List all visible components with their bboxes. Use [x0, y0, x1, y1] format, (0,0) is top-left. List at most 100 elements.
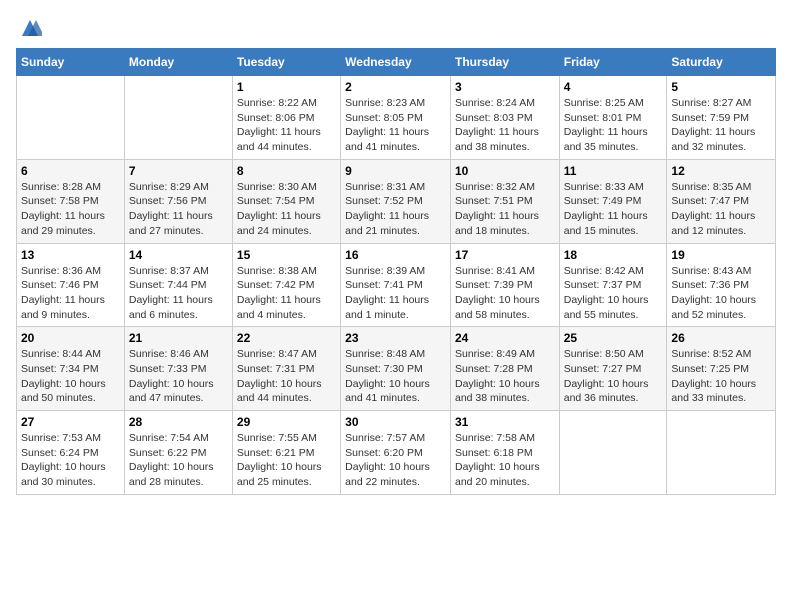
calendar-cell: 6 Sunrise: 8:28 AMSunset: 7:58 PMDayligh… — [17, 159, 125, 243]
day-number: 2 — [345, 80, 446, 94]
day-info: Sunrise: 8:41 AMSunset: 7:39 PMDaylight:… — [455, 264, 555, 323]
calendar-cell: 5 Sunrise: 8:27 AMSunset: 7:59 PMDayligh… — [667, 76, 776, 160]
weekday-header-sunday: Sunday — [17, 49, 125, 76]
calendar-cell: 10 Sunrise: 8:32 AMSunset: 7:51 PMDaylig… — [450, 159, 559, 243]
week-row-3: 13 Sunrise: 8:36 AMSunset: 7:46 PMDaylig… — [17, 243, 776, 327]
calendar-cell: 8 Sunrise: 8:30 AMSunset: 7:54 PMDayligh… — [232, 159, 340, 243]
day-info: Sunrise: 8:33 AMSunset: 7:49 PMDaylight:… — [564, 180, 663, 239]
day-number: 22 — [237, 331, 336, 345]
calendar-cell: 24 Sunrise: 8:49 AMSunset: 7:28 PMDaylig… — [450, 327, 559, 411]
calendar-cell: 31 Sunrise: 7:58 AMSunset: 6:18 PMDaylig… — [450, 411, 559, 495]
day-number: 30 — [345, 415, 446, 429]
day-info: Sunrise: 8:24 AMSunset: 8:03 PMDaylight:… — [455, 96, 555, 155]
day-info: Sunrise: 8:36 AMSunset: 7:46 PMDaylight:… — [21, 264, 120, 323]
calendar-cell: 3 Sunrise: 8:24 AMSunset: 8:03 PMDayligh… — [450, 76, 559, 160]
day-number: 14 — [129, 248, 228, 262]
day-info: Sunrise: 8:29 AMSunset: 7:56 PMDaylight:… — [129, 180, 228, 239]
day-info: Sunrise: 8:38 AMSunset: 7:42 PMDaylight:… — [237, 264, 336, 323]
day-info: Sunrise: 8:25 AMSunset: 8:01 PMDaylight:… — [564, 96, 663, 155]
weekday-header-saturday: Saturday — [667, 49, 776, 76]
day-number: 4 — [564, 80, 663, 94]
calendar-cell: 4 Sunrise: 8:25 AMSunset: 8:01 PMDayligh… — [559, 76, 667, 160]
calendar-cell — [559, 411, 667, 495]
calendar-cell: 7 Sunrise: 8:29 AMSunset: 7:56 PMDayligh… — [124, 159, 232, 243]
day-number: 7 — [129, 164, 228, 178]
day-info: Sunrise: 8:27 AMSunset: 7:59 PMDaylight:… — [671, 96, 771, 155]
day-number: 1 — [237, 80, 336, 94]
weekday-header-thursday: Thursday — [450, 49, 559, 76]
calendar-cell: 25 Sunrise: 8:50 AMSunset: 7:27 PMDaylig… — [559, 327, 667, 411]
day-info: Sunrise: 8:43 AMSunset: 7:36 PMDaylight:… — [671, 264, 771, 323]
day-number: 19 — [671, 248, 771, 262]
calendar-cell: 15 Sunrise: 8:38 AMSunset: 7:42 PMDaylig… — [232, 243, 340, 327]
weekday-header-monday: Monday — [124, 49, 232, 76]
day-number: 26 — [671, 331, 771, 345]
calendar-cell: 9 Sunrise: 8:31 AMSunset: 7:52 PMDayligh… — [341, 159, 451, 243]
day-info: Sunrise: 8:42 AMSunset: 7:37 PMDaylight:… — [564, 264, 663, 323]
day-info: Sunrise: 8:52 AMSunset: 7:25 PMDaylight:… — [671, 347, 771, 406]
day-info: Sunrise: 8:37 AMSunset: 7:44 PMDaylight:… — [129, 264, 228, 323]
weekday-header-tuesday: Tuesday — [232, 49, 340, 76]
calendar-cell: 12 Sunrise: 8:35 AMSunset: 7:47 PMDaylig… — [667, 159, 776, 243]
day-number: 9 — [345, 164, 446, 178]
day-number: 5 — [671, 80, 771, 94]
day-info: Sunrise: 8:39 AMSunset: 7:41 PMDaylight:… — [345, 264, 446, 323]
day-number: 10 — [455, 164, 555, 178]
day-info: Sunrise: 8:49 AMSunset: 7:28 PMDaylight:… — [455, 347, 555, 406]
day-number: 24 — [455, 331, 555, 345]
day-number: 16 — [345, 248, 446, 262]
day-number: 6 — [21, 164, 120, 178]
calendar-cell: 14 Sunrise: 8:37 AMSunset: 7:44 PMDaylig… — [124, 243, 232, 327]
day-info: Sunrise: 7:54 AMSunset: 6:22 PMDaylight:… — [129, 431, 228, 490]
day-number: 12 — [671, 164, 771, 178]
calendar-cell: 17 Sunrise: 8:41 AMSunset: 7:39 PMDaylig… — [450, 243, 559, 327]
day-info: Sunrise: 7:55 AMSunset: 6:21 PMDaylight:… — [237, 431, 336, 490]
calendar-cell: 21 Sunrise: 8:46 AMSunset: 7:33 PMDaylig… — [124, 327, 232, 411]
calendar-cell: 27 Sunrise: 7:53 AMSunset: 6:24 PMDaylig… — [17, 411, 125, 495]
day-number: 8 — [237, 164, 336, 178]
week-row-4: 20 Sunrise: 8:44 AMSunset: 7:34 PMDaylig… — [17, 327, 776, 411]
weekday-header-wednesday: Wednesday — [341, 49, 451, 76]
page-header — [16, 16, 776, 40]
day-info: Sunrise: 7:53 AMSunset: 6:24 PMDaylight:… — [21, 431, 120, 490]
day-info: Sunrise: 8:35 AMSunset: 7:47 PMDaylight:… — [671, 180, 771, 239]
day-info: Sunrise: 8:44 AMSunset: 7:34 PMDaylight:… — [21, 347, 120, 406]
day-info: Sunrise: 8:50 AMSunset: 7:27 PMDaylight:… — [564, 347, 663, 406]
logo-text — [16, 16, 42, 40]
calendar-cell: 11 Sunrise: 8:33 AMSunset: 7:49 PMDaylig… — [559, 159, 667, 243]
day-info: Sunrise: 8:47 AMSunset: 7:31 PMDaylight:… — [237, 347, 336, 406]
day-number: 3 — [455, 80, 555, 94]
day-number: 28 — [129, 415, 228, 429]
calendar-cell: 22 Sunrise: 8:47 AMSunset: 7:31 PMDaylig… — [232, 327, 340, 411]
day-number: 13 — [21, 248, 120, 262]
day-number: 11 — [564, 164, 663, 178]
calendar-cell: 13 Sunrise: 8:36 AMSunset: 7:46 PMDaylig… — [17, 243, 125, 327]
week-row-1: 1 Sunrise: 8:22 AMSunset: 8:06 PMDayligh… — [17, 76, 776, 160]
day-number: 21 — [129, 331, 228, 345]
day-number: 18 — [564, 248, 663, 262]
calendar-cell: 28 Sunrise: 7:54 AMSunset: 6:22 PMDaylig… — [124, 411, 232, 495]
day-number: 20 — [21, 331, 120, 345]
day-info: Sunrise: 8:28 AMSunset: 7:58 PMDaylight:… — [21, 180, 120, 239]
day-info: Sunrise: 8:32 AMSunset: 7:51 PMDaylight:… — [455, 180, 555, 239]
calendar-cell: 30 Sunrise: 7:57 AMSunset: 6:20 PMDaylig… — [341, 411, 451, 495]
logo-icon — [18, 16, 42, 40]
calendar-cell: 16 Sunrise: 8:39 AMSunset: 7:41 PMDaylig… — [341, 243, 451, 327]
calendar-cell: 29 Sunrise: 7:55 AMSunset: 6:21 PMDaylig… — [232, 411, 340, 495]
day-number: 23 — [345, 331, 446, 345]
day-info: Sunrise: 8:46 AMSunset: 7:33 PMDaylight:… — [129, 347, 228, 406]
day-info: Sunrise: 8:22 AMSunset: 8:06 PMDaylight:… — [237, 96, 336, 155]
calendar-cell — [17, 76, 125, 160]
day-number: 15 — [237, 248, 336, 262]
calendar-cell: 20 Sunrise: 8:44 AMSunset: 7:34 PMDaylig… — [17, 327, 125, 411]
logo — [16, 16, 42, 40]
calendar-cell: 23 Sunrise: 8:48 AMSunset: 7:30 PMDaylig… — [341, 327, 451, 411]
day-number: 29 — [237, 415, 336, 429]
calendar-cell — [667, 411, 776, 495]
weekday-header-row: SundayMondayTuesdayWednesdayThursdayFrid… — [17, 49, 776, 76]
day-info: Sunrise: 7:58 AMSunset: 6:18 PMDaylight:… — [455, 431, 555, 490]
day-number: 17 — [455, 248, 555, 262]
day-number: 27 — [21, 415, 120, 429]
day-info: Sunrise: 7:57 AMSunset: 6:20 PMDaylight:… — [345, 431, 446, 490]
day-info: Sunrise: 8:30 AMSunset: 7:54 PMDaylight:… — [237, 180, 336, 239]
